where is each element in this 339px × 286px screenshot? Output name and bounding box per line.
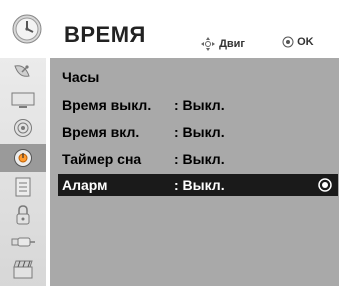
sidebar-item-time[interactable] <box>0 144 46 172</box>
menu-header: ВРЕМЯ Двиг OK <box>0 0 339 56</box>
list-icon <box>15 177 31 197</box>
menu-item-value: : Выкл. <box>174 151 225 167</box>
menu-item-label: Время вкл. <box>62 124 140 140</box>
satellite-dish-icon <box>14 65 30 77</box>
tv-screen-icon <box>11 92 35 108</box>
menu-item-label: Часы <box>62 69 100 85</box>
category-sidebar <box>0 58 46 286</box>
ok-button-icon <box>282 36 294 48</box>
menu-item-value: : Выкл. <box>174 97 225 113</box>
time-settings-panel: Часы Время выкл. : Выкл. Время вкл. : Вы… <box>50 58 339 286</box>
ok-hint: OK <box>282 36 314 48</box>
menu-item-alarm[interactable]: Аларм : Выкл. <box>58 174 338 196</box>
sidebar-item-media[interactable] <box>4 257 42 281</box>
menu-item-label: Время выкл. <box>62 97 152 113</box>
clock-icon <box>14 149 32 167</box>
menu-item-off-time[interactable]: Время выкл. : Выкл. <box>50 94 331 116</box>
navigation-arrows-icon <box>201 37 215 51</box>
move-hint-label: Двиг <box>219 37 246 50</box>
speaker-icon <box>14 119 32 137</box>
clapper-icon <box>13 260 33 279</box>
sidebar-item-option[interactable] <box>4 175 42 199</box>
lock-icon <box>16 205 30 225</box>
select-radio-icon[interactable] <box>318 178 332 192</box>
move-hint: Двиг <box>200 36 245 52</box>
menu-item-label: Таймер сна <box>62 151 142 167</box>
menu-item-sleep-timer[interactable]: Таймер сна : Выкл. <box>50 148 331 170</box>
time-menu-window: ВРЕМЯ Двиг OK Часы Время выкл.: Выкл. В… <box>0 0 339 286</box>
sidebar-item-audio[interactable] <box>4 116 42 140</box>
sidebar-item-picture[interactable] <box>4 88 42 112</box>
usb-icon <box>11 237 35 247</box>
menu-item-clock[interactable]: Часы <box>50 66 331 88</box>
menu-item-value: : Выкл. <box>174 124 225 140</box>
menu-item-label: Аларм <box>62 177 108 193</box>
sidebar-item-lock[interactable] <box>4 203 42 227</box>
menu-item-value: : Выкл. <box>174 177 225 193</box>
ok-hint-label: OK <box>297 36 314 48</box>
menu-item-on-time[interactable]: Время вкл. : Выкл. <box>50 121 331 143</box>
clock-icon <box>12 14 42 44</box>
sidebar-item-setup[interactable] <box>4 60 42 84</box>
sidebar-item-usb[interactable] <box>4 230 42 254</box>
page-title: ВРЕМЯ <box>64 22 146 47</box>
